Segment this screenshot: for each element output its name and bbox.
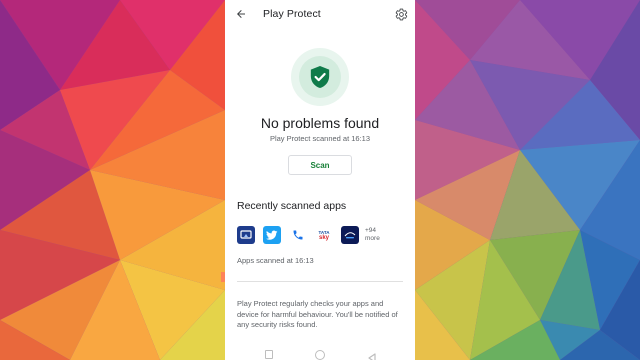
home-circle-icon[interactable] [315,350,325,360]
twitter-app-icon[interactable] [263,226,281,244]
last-scan-text: Play Protect scanned at 16:13 [269,134,371,143]
back-button[interactable] [233,6,249,22]
shield-check-icon [310,66,330,88]
recents-square-icon[interactable] [265,350,273,359]
more-apps-count[interactable]: +94 more [365,227,380,243]
screencast-app-icon[interactable] [237,226,255,244]
arrow-left-icon [237,10,245,18]
disney-hotstar-app-icon[interactable] [341,226,359,244]
recent-apps-list: TATA sky +94 more [237,224,380,246]
gear-icon [395,8,407,20]
status-title: No problems found [260,115,380,131]
settings-button[interactable] [393,6,409,22]
page-title: Play Protect [263,8,321,20]
divider [237,281,403,282]
shield-badge [291,48,349,106]
recent-apps-heading: Recently scanned apps [237,200,347,212]
apps-scanned-text: Apps scanned at 16:13 [237,256,314,265]
play-protect-screen: Play Protect No problems found Play Prot… [225,0,415,360]
back-triangle-icon[interactable] [367,350,377,360]
tata-sky-app-icon[interactable]: TATA sky [315,226,333,244]
scan-button[interactable]: Scan [288,155,352,175]
system-nav-bar [225,346,415,360]
info-description: Play Protect regularly checks your apps … [237,299,398,329]
phone-app-icon[interactable] [289,226,307,244]
app-bar: Play Protect [225,0,415,30]
